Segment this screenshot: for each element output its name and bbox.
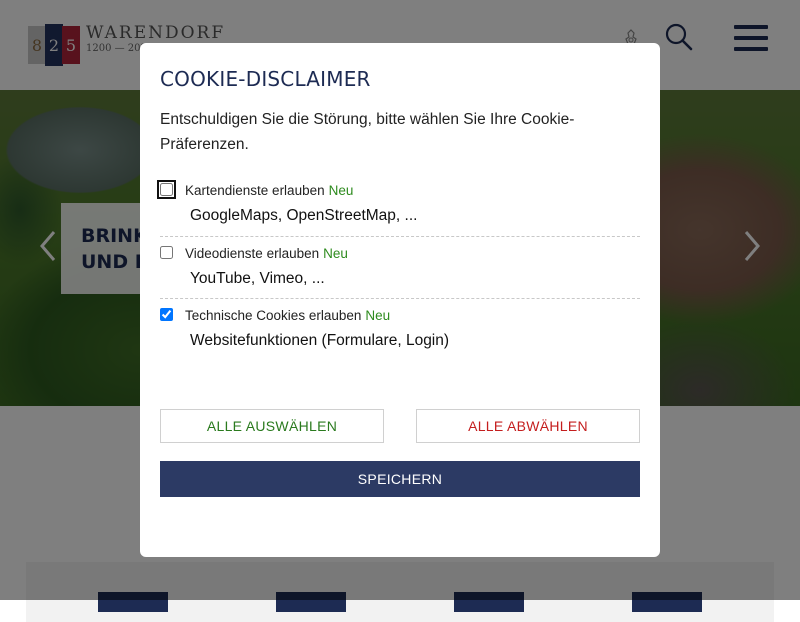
new-badge: Neu bbox=[328, 183, 354, 198]
new-badge: Neu bbox=[365, 308, 391, 323]
cookie-option-technical: Technische Cookies erlauben Neu Websitefu… bbox=[160, 306, 640, 349]
option-divider bbox=[160, 298, 640, 299]
option-description: YouTube, Vimeo, ... bbox=[190, 270, 325, 287]
select-all-button[interactable]: ALLE AUSWÄHLEN bbox=[160, 409, 384, 443]
deselect-all-button[interactable]: ALLE ABWÄHLEN bbox=[416, 409, 640, 443]
videos-checkbox[interactable] bbox=[160, 246, 173, 259]
technical-cookies-checkbox[interactable] bbox=[160, 308, 173, 321]
cookie-option-maps: Kartendienste erlauben Neu GoogleMaps, Op… bbox=[157, 180, 640, 224]
cookie-option-videos: Videodienste erlauben Neu YouTube, Vimeo,… bbox=[160, 244, 640, 287]
modal-title: COOKIE-DISCLAIMER bbox=[160, 67, 371, 91]
option-label[interactable]: Videodienste erlauben Neu bbox=[185, 246, 348, 261]
cookie-disclaimer-modal: COOKIE-DISCLAIMER Entschuldigen Sie die … bbox=[140, 43, 660, 557]
option-description: Websitefunktionen (Formulare, Login) bbox=[190, 332, 450, 349]
option-label[interactable]: Technische Cookies erlauben Neu bbox=[185, 308, 390, 323]
save-button[interactable]: SPEICHERN bbox=[160, 461, 640, 497]
option-description: GoogleMaps, OpenStreetMap, ... bbox=[190, 207, 418, 224]
option-divider bbox=[160, 236, 640, 237]
maps-checkbox[interactable] bbox=[157, 180, 176, 199]
option-label[interactable]: Kartendienste erlauben Neu bbox=[185, 183, 353, 198]
new-badge: Neu bbox=[323, 246, 348, 261]
modal-intro-text: Entschuldigen Sie die Störung, bitte wäh… bbox=[160, 111, 575, 153]
